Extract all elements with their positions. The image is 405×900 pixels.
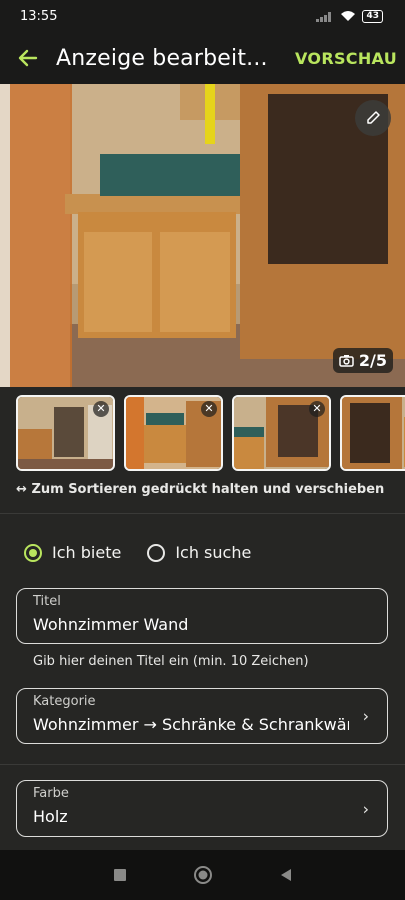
radio-label: Ich suche [175, 543, 252, 562]
title-field-label: Titel [33, 594, 61, 609]
arrow-left-icon [18, 49, 38, 67]
radio-ich-biete[interactable]: Ich biete [24, 543, 121, 562]
page-title: Anzeige bearbeit... [56, 45, 268, 71]
offer-type-group: Ich biete Ich suche [24, 543, 251, 562]
sort-hint-text: Zum Sortieren gedrückt halten und versch… [31, 482, 385, 497]
color-field-label: Farbe [33, 786, 69, 801]
thumbnail-image [342, 397, 405, 469]
chevron-right-icon: › [362, 706, 369, 726]
chevron-right-icon: › [362, 799, 369, 818]
category-value: Wohnzimmer → Schränke & Schrankwände [33, 715, 349, 734]
thumbnail[interactable]: ✕ [16, 395, 115, 471]
thumbnail-strip[interactable]: ✕ ✕ ✕ [16, 395, 405, 471]
category-field-label: Kategorie [33, 694, 96, 709]
remove-thumbnail-button[interactable]: ✕ [93, 401, 109, 417]
radio-selected-icon [24, 543, 42, 562]
remove-thumbnail-button[interactable]: ✕ [201, 401, 217, 417]
preview-button[interactable]: VORSCHAU [283, 49, 405, 68]
color-field[interactable]: Farbe Holz › [16, 780, 388, 837]
photo-counter-text: 2/5 [358, 351, 387, 370]
status-icons: 43 [316, 9, 383, 23]
status-bar: 13:55 43 [0, 0, 405, 32]
title-input[interactable]: Wohnzimmer Wand [33, 615, 371, 634]
title-field[interactable]: Titel Wohnzimmer Wand [16, 588, 388, 644]
divider [0, 513, 405, 514]
back-button[interactable] [0, 32, 56, 84]
photo-counter: 2/5 [332, 348, 393, 373]
radio-label: Ich biete [52, 543, 122, 562]
triangle-back-icon[interactable] [279, 867, 293, 883]
radio-unselected-icon [147, 543, 166, 562]
title-helper-text: Gib hier deinen Titel ein (min. 10 Zeich… [33, 654, 309, 669]
system-nav-bar [0, 850, 405, 900]
battery-icon: 43 [362, 9, 383, 23]
radio-ich-suche[interactable]: Ich suche [147, 543, 251, 562]
thumbnail[interactable]: ✕ [124, 395, 223, 471]
sort-hint: ↔ Zum Sortieren gedrückt halten und vers… [16, 482, 384, 497]
circle-icon[interactable] [193, 865, 213, 885]
square-icon[interactable] [113, 868, 127, 882]
color-value: Holz [33, 807, 68, 826]
app-bar: Anzeige bearbeit... VORSCHAU [0, 32, 405, 84]
category-field[interactable]: Kategorie Wohnzimmer → Schränke & Schran… [16, 688, 388, 744]
furniture-photo [0, 84, 405, 387]
main-photo[interactable]: 2/5 [0, 84, 405, 387]
edit-photo-button[interactable] [355, 100, 391, 136]
thumbnail[interactable] [340, 395, 405, 471]
status-time: 13:55 [20, 8, 58, 24]
thumbnail[interactable]: ✕ [232, 395, 331, 471]
remove-thumbnail-button[interactable]: ✕ [309, 401, 325, 417]
pencil-icon [367, 111, 380, 124]
wifi-icon [341, 11, 356, 21]
signal-icon [316, 12, 332, 22]
camera-icon [339, 355, 354, 367]
divider [0, 764, 405, 765]
sort-arrows-icon: ↔ [16, 482, 27, 497]
